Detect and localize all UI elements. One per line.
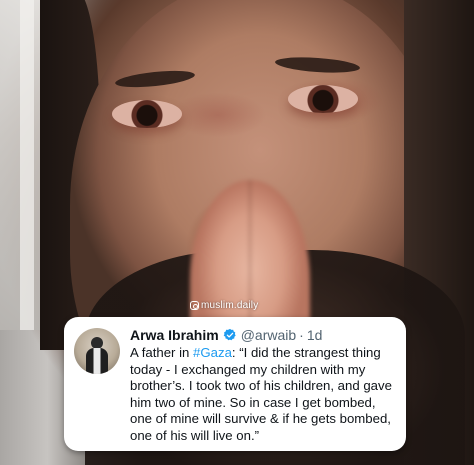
watermark: muslim.daily: [190, 300, 258, 311]
watermark-text: muslim.daily: [201, 300, 259, 311]
tweet-header: Arwa Ibrahim @arwaib · 1d: [130, 326, 322, 344]
author-name[interactable]: Arwa Ibrahim: [130, 326, 219, 344]
tweet-text-prefix: A father in: [130, 345, 194, 360]
left-eye: [112, 100, 182, 128]
background-window-frame: [20, 0, 34, 330]
tweet-time[interactable]: 1d: [307, 326, 323, 344]
avatar[interactable]: [74, 328, 120, 374]
verified-badge-icon: [223, 328, 236, 341]
right-eye: [288, 85, 358, 113]
author-handle[interactable]: @arwaib: [241, 326, 296, 344]
instagram-icon: [190, 301, 199, 310]
avatar-figure-body: [86, 348, 108, 374]
separator-dot: ·: [299, 327, 304, 343]
tweet-text: A father in #Gaza: “I did the strangest …: [130, 345, 400, 444]
tweet-card[interactable]: Arwa Ibrahim @arwaib · 1d A father in #G…: [64, 317, 406, 451]
hashtag-link[interactable]: #Gaza: [193, 345, 232, 360]
